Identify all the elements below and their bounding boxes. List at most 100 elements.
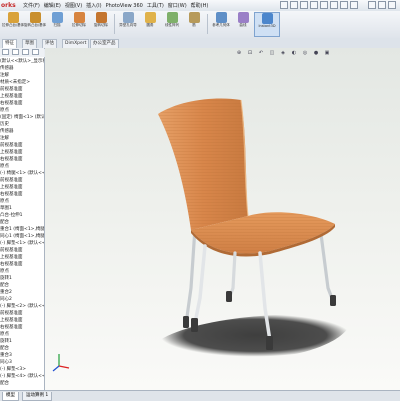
tree-item[interactable]: 前视基准面 — [0, 177, 44, 184]
tree-item[interactable]: 上视基准面 — [0, 317, 44, 324]
options-icon[interactable] — [350, 1, 358, 9]
tree-item[interactable]: 同心3 — [0, 359, 44, 366]
tree-item[interactable]: 前视基准面 — [0, 142, 44, 149]
tree-item[interactable]: 上视基准面 — [0, 184, 44, 191]
tab-dimxpert[interactable]: DimXpert — [62, 39, 90, 48]
curves-button[interactable]: 曲线 — [232, 12, 254, 37]
tree-item[interactable]: 前视基准面 — [0, 86, 44, 93]
tree-item[interactable]: 上视基准面 — [0, 93, 44, 100]
tree-item[interactable]: (默认<<默认>_显示状态 — [0, 58, 44, 65]
hole-wizard-icon — [122, 12, 134, 23]
sweep-button[interactable]: 扫描 — [46, 12, 68, 37]
instant3d-button[interactable]: Instant3D — [254, 12, 280, 37]
tree-item[interactable]: 前视基准面 — [0, 247, 44, 254]
linear-pattern-button[interactable]: 线性阵列 — [161, 12, 183, 37]
print-icon[interactable] — [310, 1, 318, 9]
revolve-cut-button[interactable]: 旋转切除 — [90, 12, 112, 37]
hole-wizard-button[interactable]: 异型孔向导 — [117, 12, 139, 37]
tree-item[interactable]: 右视基准面 — [0, 100, 44, 107]
menu-file[interactable]: 文件(F) — [23, 2, 40, 9]
new-icon[interactable] — [280, 1, 288, 9]
tab-sketch[interactable]: 草图 — [22, 39, 37, 48]
chair-leg — [228, 251, 237, 298]
revolve-boss-button[interactable]: 旋转凸台/基体 — [24, 12, 46, 37]
display-manager-tab[interactable] — [32, 49, 39, 55]
tab-features[interactable]: 特征 — [2, 39, 17, 48]
tree-item[interactable]: (-) 脚垫<2> (默认<<默认>... — [0, 303, 44, 310]
tree-item[interactable]: 原点 — [0, 268, 44, 275]
menu-view[interactable]: 视图(V) — [65, 2, 82, 9]
tree-item[interactable]: 配合 — [0, 380, 44, 387]
bottom-tab-bar: 模型 运动算例 1 — [0, 390, 400, 401]
tree-item[interactable]: 注解 — [0, 135, 44, 142]
tree-item[interactable]: 旋转1 — [0, 338, 44, 345]
tree-item[interactable]: 注解 — [0, 72, 44, 79]
extrude-cut-button[interactable]: 拉伸切除 — [68, 12, 90, 37]
tree-item[interactable]: 历史 — [0, 121, 44, 128]
chair-foot — [191, 318, 198, 332]
feature-tree: (默认<<默认>_显示状态 传感器 注解 材质<未指定> 前视基准面 上视基准面… — [0, 57, 45, 390]
menu-insert[interactable]: 插入(I) — [86, 2, 101, 9]
menu-photoview[interactable]: PhotoView 360 — [106, 3, 143, 9]
sweep-icon — [51, 12, 63, 23]
open-icon[interactable] — [290, 1, 298, 9]
close-icon[interactable] — [388, 1, 396, 9]
menu-window[interactable]: 窗口(W) — [168, 2, 187, 9]
undo-icon[interactable] — [320, 1, 328, 9]
tab-office-products[interactable]: 办公室产品 — [90, 39, 119, 48]
tree-item[interactable]: 同心2 — [0, 296, 44, 303]
tree-item[interactable]: 上视基准面 — [0, 254, 44, 261]
select-icon[interactable] — [330, 1, 338, 9]
chair-model — [52, 98, 351, 372]
menu-edit[interactable]: 编辑(E) — [44, 2, 61, 9]
ribbon-separator — [114, 14, 115, 34]
tree-item[interactable]: 原点 — [0, 331, 44, 338]
tree-item[interactable]: 右视基准面 — [0, 261, 44, 268]
minimize-icon[interactable] — [368, 1, 376, 9]
feature-tree-tab[interactable] — [2, 49, 9, 55]
tree-item[interactable]: (-) 脚垫<4> (默认<<默认>... — [0, 373, 44, 380]
command-manager: 拉伸凸台/基体 旋转凸台/基体 扫描 拉伸切除 旋转切除 异型孔向导 圆角 线性… — [0, 11, 400, 39]
linear-pattern-icon — [166, 12, 178, 23]
tree-item[interactable]: 配合 — [0, 219, 44, 226]
reference-geometry-button[interactable]: 参考几何体 — [210, 12, 232, 37]
tree-item[interactable]: 同心1 (椅面<1>,椅腿<1>) — [0, 233, 44, 240]
tree-item[interactable]: 传感器 — [0, 128, 44, 135]
chair-foot — [266, 336, 273, 350]
tree-item[interactable]: 传感器 — [0, 65, 44, 72]
rib-button[interactable]: 筋 — [183, 12, 205, 37]
tree-item[interactable]: 凸台-拉伸1 — [0, 212, 44, 219]
rebuild-icon[interactable] — [340, 1, 348, 9]
tree-item[interactable]: 旋转1 — [0, 275, 44, 282]
tree-item[interactable]: (-) 脚垫<1> (默认<<默认>... — [0, 240, 44, 247]
tree-item[interactable]: 重合2 — [0, 289, 44, 296]
tree-item[interactable]: 原点 — [0, 163, 44, 170]
tree-item[interactable]: 草图1 — [0, 205, 44, 212]
tree-item[interactable]: 原点 — [0, 107, 44, 114]
tree-item[interactable]: 重合3 — [0, 352, 44, 359]
menu-help[interactable]: 帮助(H) — [191, 2, 209, 9]
tree-item[interactable]: (-) 椅腿<1> (默认<<默认>... — [0, 170, 44, 177]
extrude-boss-button[interactable]: 拉伸凸台/基体 — [2, 12, 24, 37]
configuration-tab[interactable] — [22, 49, 29, 55]
tree-item[interactable]: 重合1 (椅面<1>,椅腿<1>) — [0, 226, 44, 233]
tree-item[interactable]: 配合 — [0, 282, 44, 289]
menu-tools[interactable]: 工具(T) — [147, 2, 164, 9]
tree-item[interactable]: 前视基准面 — [0, 310, 44, 317]
tree-item[interactable]: 原点 — [0, 198, 44, 205]
fillet-button[interactable]: 圆角 — [139, 12, 161, 37]
tree-item[interactable]: 右视基准面 — [0, 324, 44, 331]
tree-item[interactable]: (固定) 椅面<1> (默认<<默认>... — [0, 114, 44, 121]
tree-item[interactable]: 配合 — [0, 345, 44, 352]
restore-icon[interactable] — [378, 1, 386, 9]
tree-item[interactable]: 上视基准面 — [0, 149, 44, 156]
tree-item[interactable]: 右视基准面 — [0, 156, 44, 163]
chair-leg — [319, 232, 335, 303]
tab-evaluate[interactable]: 评估 — [42, 39, 57, 48]
graphics-area[interactable]: ⊕ ⊡ ↶ ◫ ◈ ◐ ◎ ● ▣ — [45, 48, 400, 390]
tree-item[interactable]: (-) 脚垫<3> — [0, 366, 44, 373]
save-icon[interactable] — [300, 1, 308, 9]
tree-item[interactable]: 右视基准面 — [0, 191, 44, 198]
property-manager-tab[interactable] — [12, 49, 19, 55]
tree-item[interactable]: 材质<未指定> — [0, 79, 44, 86]
